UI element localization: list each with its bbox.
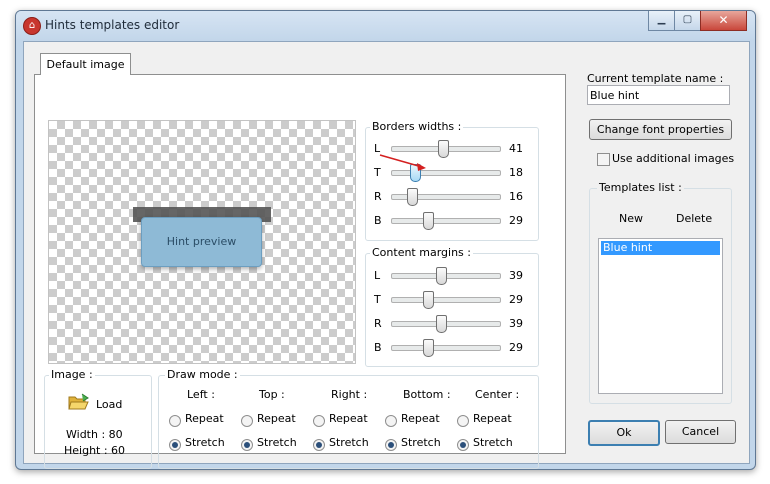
margins-slider-thumb[interactable] xyxy=(435,267,447,285)
borders-slider-label-l: L xyxy=(374,142,381,155)
margins-slider-label-t: T xyxy=(374,293,381,306)
margins-slider-label-b: B xyxy=(374,341,382,354)
borders-slider-value: 18 xyxy=(509,166,523,179)
delete-template-button[interactable]: Delete xyxy=(676,212,712,225)
close-button[interactable]: ✕ xyxy=(700,11,747,31)
image-height-text: Height : 60 xyxy=(64,444,126,457)
draw-mode-group-title: Draw mode : xyxy=(165,368,240,381)
stretch-label: Stretch xyxy=(329,436,369,449)
margins-slider-track[interactable] xyxy=(391,297,501,303)
repeat-label: Repeat xyxy=(257,412,296,425)
margins-slider-label-l: L xyxy=(374,269,381,282)
borders-slider-label-r: R xyxy=(374,190,382,203)
borders-group-title: Borders widths : xyxy=(370,120,464,133)
use-additional-label: Use additional images xyxy=(612,152,735,165)
annotation-arrow xyxy=(379,154,426,171)
template-name-input[interactable] xyxy=(587,85,730,105)
stretch-label: Stretch xyxy=(401,436,441,449)
stretch-radio[interactable] xyxy=(457,439,469,451)
borders-slider-value: 29 xyxy=(509,214,523,227)
templates-group-title: Templates list : xyxy=(597,181,684,194)
image-preview-area: Hint preview xyxy=(48,120,356,364)
dialog-client-area: Default image Hint preview Borders width… xyxy=(23,41,750,469)
borders-slider-thumb[interactable] xyxy=(407,188,418,206)
stretch-label: Stretch xyxy=(257,436,297,449)
hint-preview: Hint preview xyxy=(141,217,262,267)
templates-listbox[interactable]: Blue hint xyxy=(598,238,723,394)
tab-default-image[interactable]: Default image xyxy=(40,53,131,75)
margins-slider-value: 39 xyxy=(509,317,523,330)
folder-icon[interactable] xyxy=(68,393,90,411)
stretch-radio[interactable] xyxy=(385,439,397,451)
image-width-text: Width : 80 xyxy=(66,428,123,441)
repeat-label: Repeat xyxy=(401,412,440,425)
repeat-radio[interactable] xyxy=(313,415,325,427)
gem-icon: ⌂ xyxy=(23,17,41,35)
margins-slider-value: 39 xyxy=(509,269,523,282)
new-template-button[interactable]: New xyxy=(619,212,643,225)
draw-mode-header: Right : xyxy=(331,388,368,401)
image-group-title: Image : xyxy=(49,368,95,381)
template-name-label: Current template name : xyxy=(587,72,724,85)
repeat-label: Repeat xyxy=(329,412,368,425)
stretch-label: Stretch xyxy=(473,436,513,449)
margins-slider-thumb[interactable] xyxy=(423,339,435,357)
stretch-radio[interactable] xyxy=(241,439,253,451)
margins-slider-label-r: R xyxy=(374,317,382,330)
repeat-radio[interactable] xyxy=(241,415,253,427)
draw-mode-header: Left : xyxy=(187,388,215,401)
stretch-radio[interactable] xyxy=(169,439,181,451)
repeat-radio[interactable] xyxy=(169,415,181,427)
dialog-window: ⌂ Hints templates editor ▁ ▢ ✕ Default i… xyxy=(15,10,756,470)
margins-slider-thumb[interactable] xyxy=(423,291,435,309)
template-list-item[interactable]: Blue hint xyxy=(601,241,720,255)
stretch-radio[interactable] xyxy=(313,439,325,451)
change-font-button[interactable]: Change font properties xyxy=(589,119,732,140)
tab-panel: Hint preview Borders widths : L 41 T 18 R 16 B… xyxy=(34,74,566,469)
borders-slider-thumb[interactable] xyxy=(423,212,435,230)
borders-slider-label-b: B xyxy=(374,214,382,227)
repeat-radio[interactable] xyxy=(457,415,469,427)
borders-slider-track[interactable] xyxy=(391,218,501,224)
margins-slider-value: 29 xyxy=(509,293,523,306)
margins-group-title: Content margins : xyxy=(370,246,473,259)
margins-slider-thumb[interactable] xyxy=(435,315,447,333)
cancel-button[interactable]: Cancel xyxy=(665,420,736,444)
borders-slider-value: 16 xyxy=(509,190,523,203)
stretch-label: Stretch xyxy=(185,436,225,449)
load-button[interactable]: Load xyxy=(96,398,122,411)
maximize-button[interactable]: ▢ xyxy=(674,11,701,31)
borders-slider-value: 41 xyxy=(509,142,523,155)
draw-mode-header: Bottom : xyxy=(403,388,451,401)
margins-slider-track[interactable] xyxy=(391,345,501,351)
margins-slider-value: 29 xyxy=(509,341,523,354)
repeat-label: Repeat xyxy=(185,412,224,425)
minimize-button[interactable]: ▁ xyxy=(648,11,675,31)
draw-mode-header: Top : xyxy=(259,388,285,401)
title-bar: ⌂ Hints templates editor ▁ ▢ ✕ xyxy=(16,11,755,41)
repeat-radio[interactable] xyxy=(385,415,397,427)
repeat-label: Repeat xyxy=(473,412,512,425)
window-title: Hints templates editor xyxy=(45,18,180,32)
use-additional-checkbox[interactable] xyxy=(597,153,610,166)
draw-mode-header: Center : xyxy=(475,388,520,401)
ok-button[interactable]: Ok xyxy=(588,420,660,446)
